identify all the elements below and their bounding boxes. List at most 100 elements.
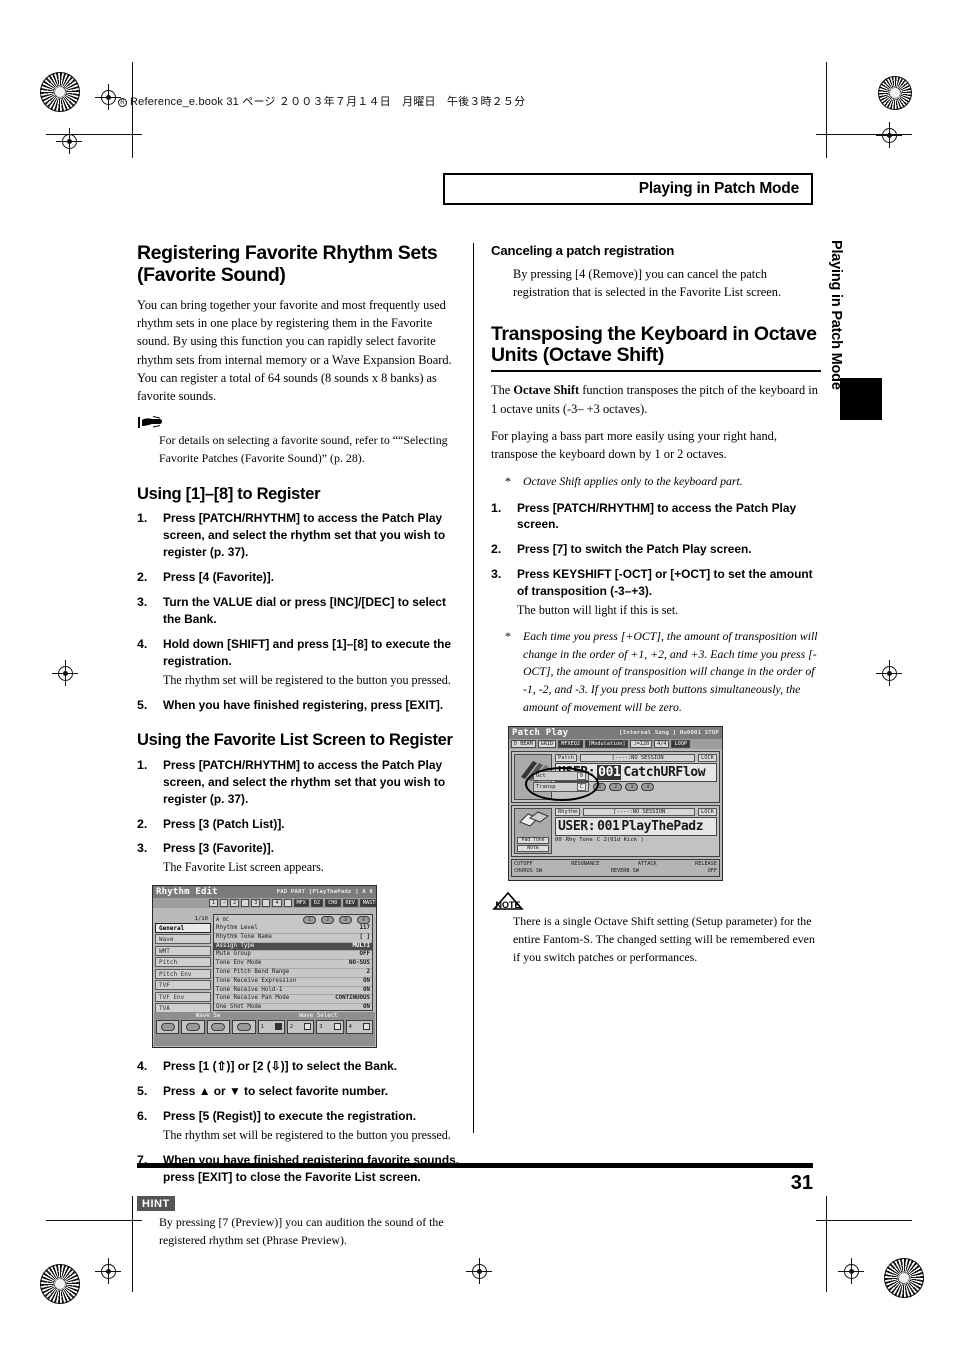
step-item: 3. Press KEYSHIFT [-OCT] or [+OCT] to set… [491, 566, 821, 619]
fkey-2[interactable] [181, 1019, 205, 1034]
knob-4[interactable]: 4 [357, 915, 370, 924]
fkey-mod-part[interactable]: ModPart [511, 880, 536, 881]
tone-knob-3[interactable]: 3 [625, 783, 639, 792]
switch-reverb[interactable]: REVERB SW [611, 868, 639, 874]
param-value: OFF [359, 951, 370, 958]
modulation-chip[interactable]: [Modulation] [585, 740, 629, 749]
fkey-note-icon[interactable]: ♪ [669, 880, 694, 881]
step-item: 2. Press [7] to switch the Patch Play scr… [491, 541, 821, 558]
part-chip[interactable]: 4 [272, 898, 282, 907]
steps-list-using-1-8: 1. Press [PATCH/RHYTHM] to access the Pat… [137, 510, 467, 714]
fkey-tone-sw-sel[interactable]: ToneSw/Sel [643, 880, 668, 881]
part-chip[interactable]: 2 [230, 898, 240, 907]
loop-chip[interactable]: LOOP [671, 740, 690, 749]
footer-labels: Wave Sw Wave Select [154, 1012, 375, 1020]
param-row[interactable]: Rhythm Level 117 [214, 925, 372, 934]
param-value: ON [363, 986, 370, 993]
fkey-3[interactable] [206, 1019, 231, 1034]
part-checkbox[interactable] [262, 898, 271, 907]
asterisk-icon: * [505, 473, 511, 488]
patch-lock[interactable]: LOCK [698, 754, 717, 763]
param-label: Tone Env Mode [216, 960, 262, 967]
lcd-title: Patch Play [512, 728, 569, 739]
d2-chip[interactable]: D2 [310, 898, 324, 907]
step-item: 2. Press [3 (Patch List)]. [137, 816, 467, 833]
lcd-tab-wave[interactable]: Wave [155, 934, 211, 945]
param-row[interactable]: Tone Receive Expression ON [214, 978, 372, 987]
lcd-tab-wmt[interactable]: WMT [155, 945, 211, 956]
param-row[interactable]: Tone Env Mode NO-SUS [214, 960, 372, 969]
part-checkbox[interactable]: ✓ [220, 898, 229, 907]
oval-icon [211, 1022, 226, 1031]
mfxeq2-chip[interactable]: MFXEQ2 [558, 740, 583, 749]
switch-chorus[interactable]: CHORUS SW [514, 868, 542, 874]
lcd-tab-tvf-env[interactable]: TVF Env [155, 991, 211, 1002]
star-note-2-text: Each time you press [+OCT], the amount o… [523, 628, 818, 715]
step-number: 6. [137, 1108, 148, 1123]
param-row[interactable]: Tone Pitch Bend Range 2 [214, 969, 372, 978]
switch-off[interactable]: OFF [708, 868, 717, 874]
rhythm-session: [----:NO SESSION [583, 808, 696, 817]
lcd-tab-pitch-env[interactable]: Pitch Env [155, 968, 211, 979]
rhythm-name-field[interactable]: USER: 001 PlayThePadz [555, 817, 717, 837]
rhythm-lock[interactable]: LOCK [698, 808, 717, 817]
fkey-1[interactable] [156, 1019, 180, 1034]
step-number: 3. [137, 841, 148, 856]
canceling-body: By pressing [4 (Remove)] you can cancel … [513, 266, 782, 300]
lcd-title: Rhythm Edit [156, 886, 218, 897]
lcd-parameter-list: A 0C 1 2 3 4 Rhythm Level 117 Rhythm Tone… [213, 913, 373, 1022]
fkey-ctrl-setting[interactable]: CtrlSetting [616, 880, 641, 881]
param-row[interactable]: Mute Group OFF [214, 951, 372, 961]
part-chip[interactable]: 3 [251, 898, 261, 907]
section-heading-transposing: Transposing the Keyboard in Octave Units… [491, 323, 821, 373]
knob-2[interactable]: 2 [321, 915, 334, 924]
wave-select-1[interactable]: 1 [257, 1019, 285, 1034]
fkey-favorite[interactable]: Favor-ite [590, 880, 615, 881]
mfx-chip[interactable]: MFX [293, 898, 309, 907]
registration-mark-left-upper [56, 128, 82, 154]
cho-chip[interactable]: CHO [325, 898, 341, 907]
step-note: The rhythm set will be registered to the… [163, 672, 451, 687]
fkey-patch-list[interactable]: PatchList [564, 880, 589, 881]
wave-select-2[interactable]: 2 [286, 1019, 315, 1034]
knob-1[interactable]: 1 [303, 915, 316, 924]
wave-checkbox[interactable] [274, 1023, 282, 1031]
part-checkbox[interactable] [241, 898, 250, 907]
lcd-tab-tvf[interactable]: TVF [155, 980, 211, 991]
fkey-4[interactable] [232, 1019, 256, 1034]
part-checkbox[interactable] [283, 898, 292, 907]
knob-3[interactable]: 3 [339, 915, 352, 924]
note-text: There is a single Octave Shift setting (… [513, 914, 815, 964]
master-chip[interactable]: MASTER [359, 898, 376, 907]
knob-label-resonance: RESONANCE [571, 861, 600, 868]
octave-shift-term: Octave Shift [513, 383, 580, 398]
param-row[interactable]: Rhythm Tone Name [ ] [214, 934, 372, 943]
param-row[interactable]: Tone Receive Hold-1 ON [214, 987, 372, 996]
footer-function-keys: 1 2 3 4 [154, 1019, 375, 1034]
dbeam-chip[interactable]: D BEAM [511, 740, 536, 749]
wave-select-4[interactable]: 4 [345, 1019, 373, 1034]
rev-chip[interactable]: REV [342, 898, 358, 907]
fkey-pad-part[interactable]: PadPart [537, 880, 562, 881]
wave-select-3[interactable]: 3 [316, 1019, 344, 1034]
fkey-part-level[interactable]: PartLevel [695, 880, 720, 881]
rhythm-foot-value: C 2(01d Kick ) [596, 837, 644, 844]
param-row-selected[interactable]: Assign Type MULTI [214, 942, 372, 952]
step-text: Press [PATCH/RHYTHM] to access the Patch… [163, 511, 446, 560]
param-row[interactable]: Tone Receive Pan Mode CONTINUOUS [214, 995, 372, 1005]
wave-checkbox[interactable] [363, 1023, 370, 1031]
wave-checkbox[interactable] [304, 1023, 312, 1031]
tone-knob-4[interactable]: 4 [641, 783, 655, 792]
part-chip[interactable]: 1 [209, 898, 219, 907]
step-text: Press [7] to switch the Patch Play scree… [517, 542, 752, 557]
step-number: 3. [491, 567, 502, 582]
lcd-tab-general[interactable]: General [155, 922, 211, 933]
registration-mark-bottom [466, 1258, 492, 1284]
grid-chip[interactable]: GRID [537, 740, 557, 749]
column-divider [473, 243, 474, 1133]
lcd-tab-pitch[interactable]: Pitch [155, 957, 211, 968]
wave-checkbox[interactable] [333, 1023, 341, 1031]
knob-label-attack: ATTACK [637, 861, 657, 868]
tone-knob-2[interactable]: 2 [609, 783, 623, 792]
lcd-title-right: [Internal Song ] Nu0001 STOP [619, 730, 719, 737]
